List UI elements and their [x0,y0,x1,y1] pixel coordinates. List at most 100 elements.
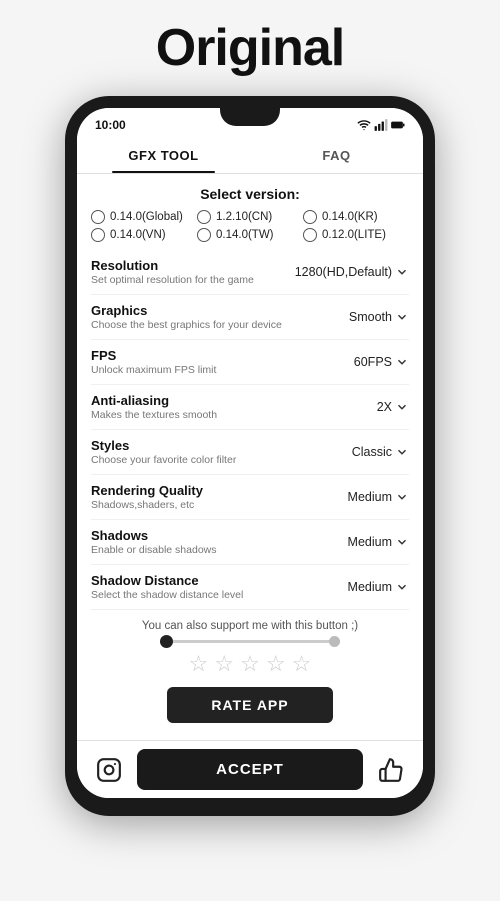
setting-row-graphics: Graphics Choose the best graphics for yo… [91,295,409,340]
chevron-down-icon-styles [395,445,409,459]
chevron-down-icon-shadow-distance [395,580,409,594]
signal-icon [374,118,388,132]
setting-desc-shadows: Enable or disable shadows [91,544,338,556]
setting-desc-fps: Unlock maximum FPS limit [91,364,344,376]
star-2[interactable]: ☆ [214,651,234,677]
setting-row-styles: Styles Choose your favorite color filter… [91,430,409,475]
bottom-bar: ACCEPT [77,740,423,798]
setting-label-group-styles: Styles Choose your favorite color filter [91,438,352,466]
settings-list: Resolution Set optimal resolution for th… [77,250,423,610]
radio-vn [91,228,105,242]
setting-label-group-resolution: Resolution Set optimal resolution for th… [91,258,295,286]
setting-row-shadows: Shadows Enable or disable shadows Medium [91,520,409,565]
setting-desc-resolution: Set optimal resolution for the game [91,274,285,286]
slider-track[interactable] [160,640,340,643]
setting-row-antialiasing: Anti-aliasing Makes the textures smooth … [91,385,409,430]
version-option-kr[interactable]: 0.14.0(KR) [303,210,409,224]
instagram-icon-button[interactable] [91,752,127,788]
setting-label-group-shadows: Shadows Enable or disable shadows [91,528,348,556]
slider-dot-right [329,636,340,647]
slider-row[interactable] [91,640,409,643]
version-label-kr: 0.14.0(KR) [322,211,378,223]
setting-row-rendering: Rendering Quality Shadows,shaders, etc M… [91,475,409,520]
version-option-lite[interactable]: 0.12.0(LITE) [303,228,409,242]
setting-desc-antialiasing: Makes the textures smooth [91,409,367,421]
rendering-value-text: Medium [348,490,392,504]
fps-value-text: 60FPS [354,355,392,369]
rate-app-button[interactable]: RATE APP [167,687,332,723]
radio-cn [197,210,211,224]
stars-row[interactable]: ☆ ☆ ☆ ☆ ☆ [91,651,409,677]
chevron-down-icon-shadows [395,535,409,549]
setting-label-rendering: Rendering Quality [91,483,338,498]
setting-desc-graphics: Choose the best graphics for your device [91,319,339,331]
support-section: You can also support me with this button… [77,610,423,733]
setting-value-rendering[interactable]: Medium [348,490,409,504]
accept-button[interactable]: ACCEPT [137,749,363,790]
star-4[interactable]: ☆ [266,651,286,677]
setting-label-group-rendering: Rendering Quality Shadows,shaders, etc [91,483,348,511]
version-title: Select version: [91,186,409,202]
version-option-cn[interactable]: 1.2.10(CN) [197,210,303,224]
version-section: Select version: 0.14.0(Global) 1.2.10(CN… [77,174,423,250]
setting-value-graphics[interactable]: Smooth [349,310,409,324]
battery-icon [391,118,405,132]
version-label-vn: 0.14.0(VN) [110,229,166,241]
setting-value-shadow-distance[interactable]: Medium [348,580,409,594]
thumbsup-icon [378,757,404,783]
support-text: You can also support me with this button… [91,620,409,632]
version-option-vn[interactable]: 0.14.0(VN) [91,228,197,242]
shadows-value-text: Medium [348,535,392,549]
setting-label-group-shadow-distance: Shadow Distance Select the shadow distan… [91,573,348,601]
content-area: Select version: 0.14.0(Global) 1.2.10(CN… [77,174,423,740]
status-time: 10:00 [95,118,126,132]
setting-desc-styles: Choose your favorite color filter [91,454,342,466]
resolution-value-text: 1280(HD,Default) [295,265,392,279]
setting-label-group-antialiasing: Anti-aliasing Makes the textures smooth [91,393,377,421]
tab-faq[interactable]: FAQ [250,136,423,173]
wifi-icon [357,118,371,132]
status-bar: 10:00 [77,108,423,136]
setting-label-group-fps: FPS Unlock maximum FPS limit [91,348,354,376]
thumbsup-icon-button[interactable] [373,752,409,788]
graphics-value-text: Smooth [349,310,392,324]
tab-gfx-tool[interactable]: GFX TOOL [77,136,250,173]
status-icons [357,118,405,132]
star-1[interactable]: ☆ [189,651,209,677]
instagram-icon [96,757,122,783]
version-label-global: 0.14.0(Global) [110,211,183,223]
radio-global [91,210,105,224]
setting-label-shadows: Shadows [91,528,338,543]
version-option-global[interactable]: 0.14.0(Global) [91,210,197,224]
antialiasing-value-text: 2X [377,400,392,414]
setting-value-shadows[interactable]: Medium [348,535,409,549]
slider-thumb [160,635,173,648]
star-5[interactable]: ☆ [292,651,312,677]
version-option-tw[interactable]: 0.14.0(TW) [197,228,303,242]
tabs: GFX TOOL FAQ [77,136,423,174]
setting-value-fps[interactable]: 60FPS [354,355,409,369]
setting-desc-rendering: Shadows,shaders, etc [91,499,338,511]
chevron-down-icon-rendering [395,490,409,504]
version-label-tw: 0.14.0(TW) [216,229,274,241]
page-wrapper: Original 10:00 [0,0,500,901]
version-grid: 0.14.0(Global) 1.2.10(CN) 0.14.0(KR) [91,210,409,242]
notch [220,108,280,126]
radio-tw [197,228,211,242]
chevron-down-icon-fps [395,355,409,369]
page-title: Original [156,18,344,78]
shadow-distance-value-text: Medium [348,580,392,594]
phone-shell: 10:00 [65,96,435,816]
setting-value-styles[interactable]: Classic [352,445,409,459]
chevron-down-icon-antialiasing [395,400,409,414]
setting-value-antialiasing[interactable]: 2X [377,400,409,414]
star-3[interactable]: ☆ [240,651,260,677]
setting-row-fps: FPS Unlock maximum FPS limit 60FPS [91,340,409,385]
setting-desc-shadow-distance: Select the shadow distance level [91,589,338,601]
setting-value-resolution[interactable]: 1280(HD,Default) [295,265,409,279]
chevron-down-icon-resolution [395,265,409,279]
chevron-down-icon-graphics [395,310,409,324]
setting-label-styles: Styles [91,438,342,453]
version-label-lite: 0.12.0(LITE) [322,229,386,241]
setting-label-antialiasing: Anti-aliasing [91,393,367,408]
